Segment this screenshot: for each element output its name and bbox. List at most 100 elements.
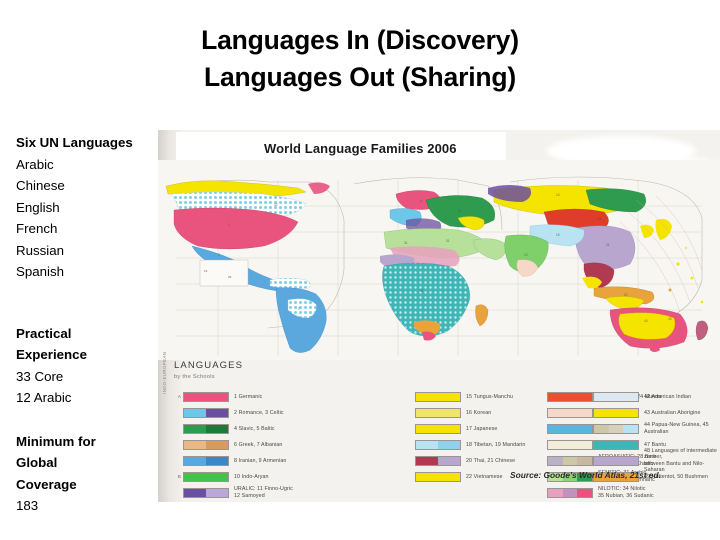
svg-text:4: 4 [420, 199, 422, 203]
svg-text:47: 47 [420, 289, 424, 293]
sidebar-section-minimum-coverage: Minimum for Global Coverage 183 [16, 431, 161, 517]
legend-entry: 43 Australian Aborigine [582, 406, 720, 420]
legend-entry: B 10 Indo-Aryan [172, 470, 322, 484]
svg-text:21: 21 [606, 243, 610, 247]
svg-text:2: 2 [218, 253, 220, 257]
legend-color-swatch [593, 424, 639, 434]
legend-entry: 17 Japanese [404, 422, 554, 436]
legend-color-swatch [593, 408, 639, 418]
svg-text:26: 26 [228, 275, 232, 279]
page-title: Languages In (Discovery) Languages Out (… [0, 22, 720, 95]
legend-entry: NILOTIC: 34 Nilotic 35 Nubian, 36 Sudani… [536, 486, 686, 500]
legend-entry-label: 10 Indo-Aryan [234, 473, 269, 480]
legend-entry: 18 Tibetan, 19 Mandarin [404, 438, 554, 452]
legend-entry: 8 Iranian, 9 Armenian [172, 454, 322, 468]
legend-entry-label: 15 Tungus-Manchu [466, 393, 513, 400]
sidebar: Six UN Languages Arabic Chinese English … [16, 132, 161, 517]
map-svg: 1 42 2 2 4 4 31 31 47 13 14 21 18 10 43 43 22 19 26 [158, 160, 720, 360]
legend-color-swatch [183, 472, 229, 482]
map-title: World Language Families 2006 [264, 141, 457, 156]
svg-text:31: 31 [446, 239, 450, 243]
page-title-line-1: Languages In (Discovery) [201, 25, 519, 55]
legend-color-swatch [415, 392, 461, 402]
sidebar-section-practical-experience: Practical Experience 33 Core 12 Arabic [16, 323, 161, 409]
legend-entry-label: 20 Thai, 21 Chinese [466, 457, 516, 464]
map-inset-box: 19 26 [199, 259, 249, 287]
region-caribbean [269, 277, 311, 289]
un-languages-heading: Six UN Languages [16, 135, 133, 150]
map-legend: LANGUAGES by the Schools INDO-EUROPEAN A… [158, 352, 720, 502]
legend-entry-label: 17 Japanese [466, 425, 498, 432]
legend-entry-label: 43 Australian Aborigine [644, 409, 701, 416]
un-language-russian: Russian [16, 242, 65, 258]
legend-entry: 2 Romance, 3 Celtic [172, 406, 322, 420]
legend-entry-label: URALIC: 11 Finno-Ugric 12 Samoyed [234, 486, 293, 499]
minimum-coverage-heading-line-2: Global [16, 455, 58, 471]
legend-entry-label: 22 Vietnamese [466, 473, 503, 480]
svg-text:42: 42 [274, 203, 278, 207]
legend-color-swatch [415, 424, 461, 434]
legend-entry-label: 42 American Indian [644, 393, 692, 400]
sidebar-section-un-languages: Six UN Languages Arabic Chinese English … [16, 132, 161, 283]
legend-color-swatch [183, 424, 229, 434]
minimum-coverage-heading-line-1: Minimum for [16, 433, 96, 449]
svg-text:31: 31 [404, 241, 408, 245]
legend-heading: LANGUAGES [174, 360, 244, 371]
legend-color-swatch [415, 440, 461, 450]
svg-text:2: 2 [298, 307, 300, 311]
legend-color-swatch [415, 408, 461, 418]
legend-entry: 6 Greek, 7 Albanian [172, 438, 322, 452]
legend-entry-label: 44 Papua-New Guinea, 45 Australian [644, 422, 709, 435]
un-language-arabic: Arabic [16, 156, 54, 172]
legend-color-swatch [183, 456, 229, 466]
practical-experience-heading-line-2: Experience [16, 347, 87, 363]
legend-entry-label: 16 Korean [466, 409, 492, 416]
minimum-coverage-heading-line-3: Coverage [16, 476, 77, 492]
legend-entry-label: 1 Germanic [234, 393, 263, 400]
region-australia-aborigine [618, 312, 676, 340]
svg-text:19: 19 [204, 269, 208, 273]
legend-entry-label: NILOTIC: 34 Nilotic 35 Nubian, 36 Sudani… [598, 486, 654, 499]
un-language-french: French [16, 221, 58, 237]
legend-entry-label: 18 Tibetan, 19 Mandarin [466, 441, 526, 448]
legend-side-label: INDO-EUROPEAN [162, 351, 167, 394]
svg-text:22: 22 [624, 293, 628, 297]
legend-color-swatch [593, 392, 639, 402]
practical-experience-arabic: 12 Arabic [16, 390, 72, 406]
legend-color-swatch [183, 488, 229, 498]
un-language-english: English [16, 199, 60, 215]
svg-text:13: 13 [556, 193, 560, 197]
legend-entry: 15 Tungus-Manchu [404, 390, 554, 404]
world-language-families-map: World Language Families 2006 1 42 2 2 4 … [158, 130, 720, 502]
legend-color-swatch [183, 392, 229, 402]
map-graphic: 1 42 2 2 4 4 31 31 47 13 14 21 18 10 43 43 22 19 26 [158, 160, 720, 360]
legend-color-swatch [593, 440, 639, 450]
legend-entry-label: 4 Slavic, 5 Baltic [234, 425, 275, 432]
legend-color-swatch [593, 456, 639, 466]
svg-text:43: 43 [668, 317, 672, 321]
svg-text:14: 14 [598, 217, 602, 221]
practical-experience-core: 33 Core [16, 368, 64, 384]
page-title-line-2: Languages Out (Sharing) [204, 61, 516, 92]
legend-color-swatch [547, 488, 593, 498]
legend-entry-label: 2 Romance, 3 Celtic [234, 409, 284, 416]
legend-entry-prefix: A [177, 394, 181, 400]
svg-text:43: 43 [644, 319, 648, 323]
legend-entry: 16 Korean [404, 406, 554, 420]
legend-entry-label: 6 Greek, 7 Albanian [234, 441, 283, 448]
legend-color-swatch [183, 408, 229, 418]
legend-entry: A 1 Germanic [172, 390, 322, 404]
un-language-spanish: Spanish [16, 264, 65, 280]
legend-subheading: by the Schools [174, 374, 215, 380]
legend-entry: 20 Thai, 21 Chinese [404, 454, 554, 468]
map-source-credit: Source: Goode's World Atlas, 21st ed. [510, 470, 661, 480]
legend-entry-label: 8 Iranian, 9 Armenian [234, 457, 287, 464]
un-language-chinese: Chinese [16, 178, 65, 194]
legend-color-swatch [415, 456, 461, 466]
legend-entry: 42 American Indian [582, 390, 720, 404]
practical-experience-heading-line-1: Practical [16, 325, 72, 341]
legend-column-1: A 1 Germanic 2 Romance, 3 Celtic 4 Slavic, … [172, 390, 322, 502]
legend-entry: 44 Papua-New Guinea, 45 Australian [582, 422, 720, 436]
svg-text:1: 1 [228, 223, 230, 227]
